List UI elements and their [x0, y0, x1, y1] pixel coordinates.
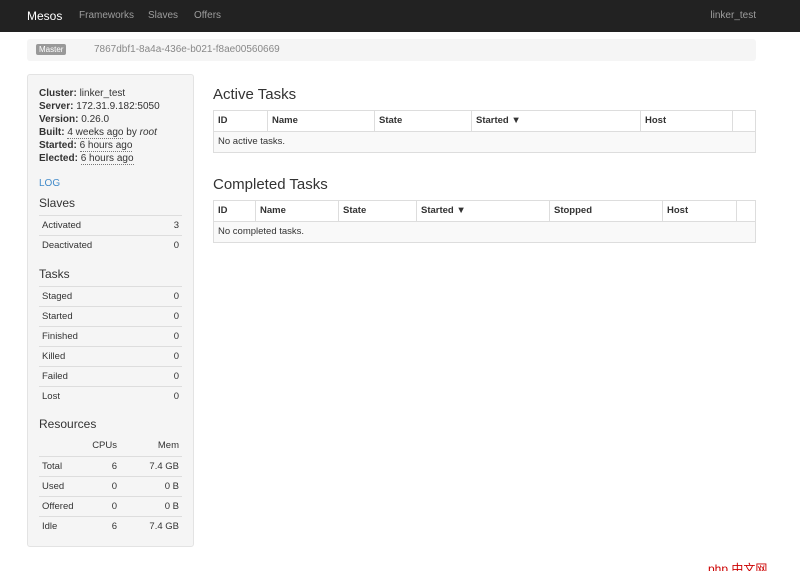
server-info: Server: 172.31.9.182:5050 [39, 101, 160, 112]
stat-row-finished: Finished 0 [39, 326, 182, 346]
started-time[interactable]: 6 hours ago [79, 140, 133, 152]
resources-header-row: CPUs Mem [92, 440, 179, 451]
watermark-logo: php 中文网 [708, 562, 768, 571]
elected-time[interactable]: 6 hours ago [80, 153, 134, 165]
col-name[interactable]: Name [268, 111, 375, 131]
master-breadcrumb: Master 7867dbf1-8a4a-436e-b021-f8ae00560… [27, 39, 756, 61]
resource-row-offered: Offered 0 0 B [39, 496, 182, 516]
col-started[interactable]: Started ▼ [472, 111, 641, 131]
completed-tasks-empty: No completed tasks. [218, 226, 305, 237]
resource-row-idle: Idle 6 7.4 GB [39, 516, 182, 536]
stat-row-lost: Lost 0 [39, 386, 182, 406]
stat-row-started: Started 0 [39, 306, 182, 326]
completed-tasks-empty-row: No completed tasks. [214, 222, 755, 242]
cluster-info: Cluster: linker_test [39, 88, 126, 99]
started-info: Started: 6 hours ago [39, 140, 133, 152]
nav-slaves[interactable]: Slaves [148, 0, 178, 32]
col-extra [733, 111, 755, 131]
col-started[interactable]: Started ▼ [417, 201, 550, 221]
version-info: Version: 0.26.0 [39, 114, 110, 125]
elected-info: Elected: 6 hours ago [39, 153, 134, 165]
nav-offers[interactable]: Offers [194, 0, 221, 32]
col-state[interactable]: State [339, 201, 417, 221]
stat-row-staged: Staged 0 [39, 286, 182, 306]
slaves-heading: Slaves [39, 196, 76, 210]
tasks-heading: Tasks [39, 267, 70, 281]
stat-row-activated: Activated 3 [39, 215, 182, 235]
resource-row-used: Used 0 0 B [39, 476, 182, 496]
active-tasks-header: ID Name State Started ▼ Host [214, 111, 755, 132]
col-stopped[interactable]: Stopped [550, 201, 663, 221]
col-host[interactable]: Host [663, 201, 737, 221]
master-id: 7867dbf1-8a4a-436e-b021-f8ae00560669 [94, 44, 280, 55]
col-id[interactable]: ID [214, 111, 268, 131]
col-host[interactable]: Host [641, 111, 733, 131]
active-tasks-empty-row: No active tasks. [214, 132, 755, 152]
col-name[interactable]: Name [256, 201, 339, 221]
cluster-user-link[interactable]: linker_test [710, 0, 756, 32]
completed-tasks-table: ID Name State Started ▼ Stopped Host No … [213, 200, 756, 243]
brand-link[interactable]: Mesos [27, 0, 62, 32]
built-time[interactable]: 4 weeks ago [67, 127, 124, 139]
sidebar-panel: Cluster: linker_test Server: 172.31.9.18… [27, 74, 194, 547]
col-extra [737, 201, 755, 221]
active-tasks-empty: No active tasks. [218, 136, 286, 147]
active-tasks-table: ID Name State Started ▼ Host No active t… [213, 110, 756, 153]
resources-heading: Resources [39, 417, 97, 431]
col-state[interactable]: State [375, 111, 472, 131]
master-badge: Master [36, 44, 67, 55]
top-navbar: Mesos Frameworks Slaves Offers linker_te… [0, 0, 800, 32]
resource-row-total: Total 6 7.4 GB [39, 456, 182, 476]
stat-row-deactivated: Deactivated 0 [39, 235, 182, 255]
col-id[interactable]: ID [214, 201, 256, 221]
completed-tasks-header: ID Name State Started ▼ Stopped Host [214, 201, 755, 222]
stat-row-failed: Failed 0 [39, 366, 182, 386]
completed-tasks-heading: Completed Tasks [213, 176, 328, 193]
active-tasks-heading: Active Tasks [213, 86, 297, 103]
built-info: Built: 4 weeks ago by root [39, 127, 157, 139]
log-link[interactable]: LOG [39, 178, 60, 189]
nav-frameworks[interactable]: Frameworks [79, 0, 134, 32]
stat-row-killed: Killed 0 [39, 346, 182, 366]
